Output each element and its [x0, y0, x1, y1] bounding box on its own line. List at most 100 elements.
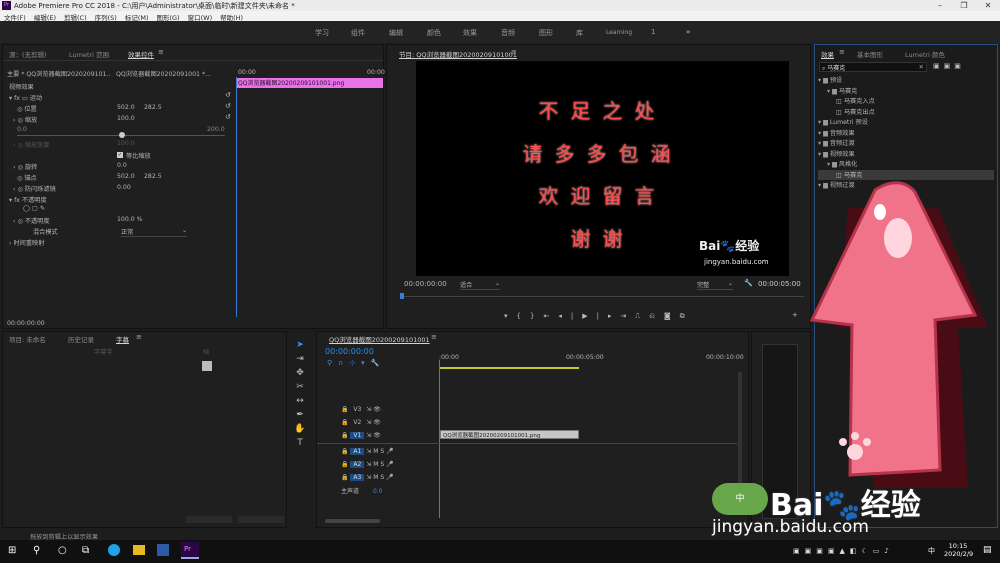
tab-essential-graphics[interactable]: 基本图形	[857, 49, 883, 59]
play-icon[interactable]: ▶	[582, 312, 596, 320]
panel-menu-icon[interactable]: ≡	[511, 48, 517, 56]
track-a3[interactable]: A3	[350, 474, 365, 481]
effects-tree-item[interactable]: ◫ 马赛克	[818, 169, 994, 180]
fit-select[interactable]: 适合 ⌄	[460, 280, 500, 290]
ws-assembly[interactable]: 组件	[351, 28, 365, 38]
effects-tree-item[interactable]: ▾ ▆ 音频效果	[818, 128, 994, 139]
program-timecode[interactable]: 00:00:00:00	[404, 280, 447, 288]
timeline-horizontal-scroll[interactable]	[325, 519, 380, 523]
ws-editing[interactable]: 编辑	[389, 28, 403, 38]
tab-project[interactable]: 项目: 未命名	[9, 334, 46, 344]
program-scrubber[interactable]	[400, 296, 804, 297]
tab-source[interactable]: 源：(无剪辑)	[9, 49, 47, 59]
scale-slider-handle[interactable]	[119, 132, 125, 138]
task-view-icon[interactable]: ⧉	[82, 545, 89, 556]
effects-search-input[interactable]: ⌕ 马赛克 ✕	[819, 62, 927, 72]
master-track[interactable]: 主声道	[341, 488, 359, 495]
type-tool-icon[interactable]: T	[293, 436, 307, 450]
close-button[interactable]: ✕	[976, 0, 1000, 11]
timeline-tab[interactable]: QQ浏览器截图20200209101001	[329, 334, 430, 344]
add-marker-icon[interactable]: ▾	[504, 312, 517, 320]
timeline-timecode[interactable]: 00:00:00:00	[325, 347, 374, 356]
extract-icon[interactable]: ⎌	[649, 312, 664, 320]
work-area-bar[interactable]	[439, 367, 579, 369]
panel-menu-icon[interactable]: ≡	[431, 333, 437, 341]
mark-in-icon[interactable]: {	[517, 312, 530, 320]
program-title[interactable]: 节目: QQ浏览器截图20200209101001	[399, 49, 517, 59]
go-to-in-icon[interactable]: ⇤	[543, 312, 558, 320]
lift-icon[interactable]: ⎍	[635, 312, 649, 320]
track-select-tool-icon[interactable]: ⇥	[293, 352, 307, 366]
slip-tool-icon[interactable]: ↔	[293, 394, 307, 408]
ws-audio[interactable]: 音频	[501, 28, 515, 38]
minimize-button[interactable]: –	[928, 0, 952, 11]
position-x[interactable]: 502.0	[117, 104, 135, 111]
effects-tree-item[interactable]: ▾ ▆ 预设	[818, 75, 994, 86]
mark-out-icon[interactable]: }	[530, 312, 543, 320]
cortana-icon[interactable]: ○	[58, 545, 67, 556]
track-v2[interactable]: V2	[350, 419, 364, 426]
effect-controls-timecode[interactable]: 00:00:00:00	[7, 320, 45, 327]
ws-more-button[interactable]: »	[686, 28, 690, 36]
panel-menu-icon[interactable]: ≡	[839, 48, 845, 56]
tab-effects[interactable]: 效果	[821, 49, 834, 59]
master-volume[interactable]: 0.0	[373, 488, 383, 495]
reset-icon[interactable]: ↺	[225, 102, 231, 110]
clock[interactable]: 10:15 2020/2/9	[944, 542, 973, 558]
effects-tree-item[interactable]: ▾ ▆ 马赛克	[818, 86, 994, 97]
go-to-out-icon[interactable]: ⇥	[620, 312, 635, 320]
windows-start-icon[interactable]: ⊞	[8, 545, 16, 556]
selection-tool-icon[interactable]: ➤	[293, 338, 307, 352]
ws-graphics[interactable]: 图形	[539, 28, 553, 38]
timeline-toolbar[interactable]: ⚲∩⊹▾🔧	[327, 359, 385, 367]
track-a2[interactable]: A2	[350, 461, 365, 468]
compare-icon[interactable]: ⧉	[680, 312, 694, 320]
maximize-button[interactable]: ❐	[952, 0, 976, 11]
notifications-icon[interactable]: ▤	[983, 545, 992, 555]
anchor-y[interactable]: 282.5	[144, 173, 162, 180]
effects-tree-item[interactable]: ▾ ▆ 风格化	[818, 159, 994, 170]
rotation-value[interactable]: 0.0	[117, 162, 127, 169]
filter-buttons[interactable]: ▣▣▣	[933, 62, 965, 70]
tab-effect-controls[interactable]: 效果控件	[128, 49, 154, 59]
tab-captions[interactable]: 字幕	[116, 334, 129, 344]
step-back-icon[interactable]: ◂|	[558, 312, 582, 320]
caption-button-1[interactable]	[186, 516, 232, 523]
effects-tree-item[interactable]: ◫ 马赛克入点	[818, 96, 994, 107]
wrench-icon[interactable]: 🔧	[744, 279, 753, 287]
system-tray-icons[interactable]: ▣▣▣▣▲◧☾▭♪	[793, 547, 894, 555]
hand-tool-icon[interactable]: ✋	[293, 422, 307, 436]
uniform-scale-checkbox[interactable]: ✓	[117, 152, 123, 158]
scale-value[interactable]: 100.0	[117, 115, 135, 122]
panel-menu-icon[interactable]: ≡	[158, 48, 164, 56]
position-y[interactable]: 282.5	[144, 104, 162, 111]
reset-icon[interactable]: ↺	[225, 113, 231, 121]
track-v3[interactable]: V3	[350, 406, 364, 413]
tab-history[interactable]: 历史记录	[68, 334, 94, 344]
effects-tree-item[interactable]: ▾ ▆ Lumetri 预设	[818, 117, 994, 128]
quality-select[interactable]: 完整 ⌄	[697, 280, 733, 290]
caption-button-2[interactable]	[238, 516, 284, 523]
effects-tree-item[interactable]: ▾ ▆ 音频过渡	[818, 138, 994, 149]
clip-header[interactable]: 主要 * QQ浏览器截图2020209101...	[7, 69, 111, 78]
sequence-header[interactable]: QQ浏览器截图20202091001 *...	[116, 69, 234, 78]
premiere-taskbar-icon[interactable]: Pr	[181, 542, 199, 559]
antiflicker-value[interactable]: 0.00	[117, 184, 131, 191]
ws-effects[interactable]: 效果	[463, 28, 477, 38]
panel-menu-icon[interactable]: ≡	[136, 333, 142, 341]
track-v1[interactable]: V1	[350, 432, 365, 439]
file-explorer-icon[interactable]	[133, 545, 145, 555]
ws-learn[interactable]: 学习	[315, 28, 329, 38]
camera-icon[interactable]: ◙	[664, 312, 680, 320]
caption-color-swatch[interactable]	[202, 361, 212, 371]
track-a1[interactable]: A1	[350, 448, 365, 455]
pen-tool-icon[interactable]: ✒	[293, 408, 307, 422]
clip-bar[interactable]: QQ浏览器截图20200209101001.png	[236, 78, 383, 88]
ws-color[interactable]: 颜色	[427, 28, 441, 38]
effects-tree-item[interactable]: ◫ 马赛克出点	[818, 107, 994, 118]
ime-indicator[interactable]: 中	[928, 546, 935, 556]
tab-lumetri-color[interactable]: Lumetri 颜色	[905, 49, 945, 59]
opacity-value[interactable]: 100.0 %	[117, 216, 143, 223]
step-forward-icon[interactable]: |▸	[597, 312, 621, 320]
ws-library[interactable]: 库	[576, 28, 583, 38]
